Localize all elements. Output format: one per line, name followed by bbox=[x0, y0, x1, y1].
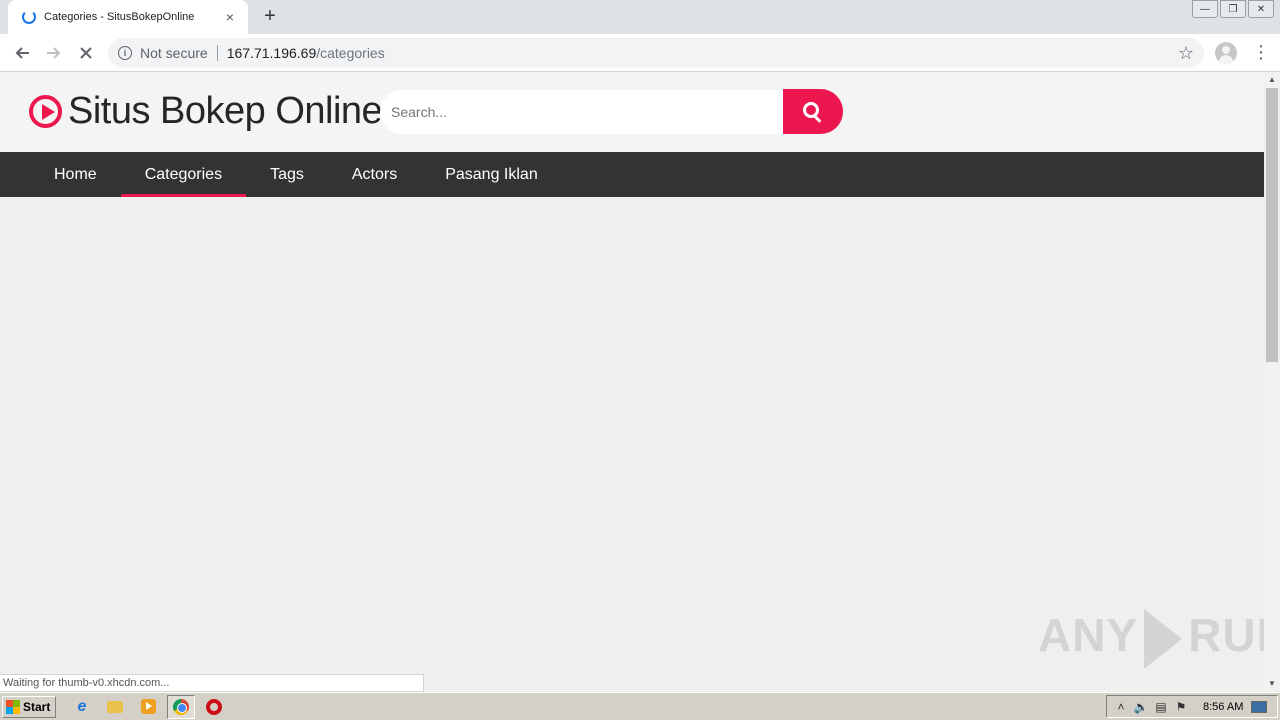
tab-close-icon[interactable]: × bbox=[222, 9, 238, 25]
volume-icon[interactable]: 🔈 bbox=[1131, 700, 1151, 714]
system-tray: ˄ 🔈 ▤ ⚑ 8:56 AM bbox=[1106, 695, 1278, 718]
address-bar[interactable]: i Not secure 167.71.196.69/categories ☆ bbox=[108, 38, 1204, 68]
loading-spinner-icon bbox=[22, 10, 36, 24]
stop-loading-button[interactable] bbox=[70, 37, 102, 69]
nav-home[interactable]: Home bbox=[30, 152, 121, 197]
windows-taskbar: Start e ˄ 🔈 ▤ ⚑ 8:56 AM bbox=[0, 692, 1280, 720]
tab-strip: Categories - SitusBokepOnline × + — ❐ ✕ bbox=[0, 0, 1280, 34]
clock[interactable]: 8:56 AM bbox=[1203, 701, 1243, 713]
media-player-icon[interactable] bbox=[134, 695, 162, 719]
play-logo-icon[interactable] bbox=[29, 95, 62, 128]
watermark-left: ANY bbox=[1038, 609, 1139, 661]
page-viewport: Situs Bokep Online Home Categories Tags … bbox=[0, 72, 1264, 692]
profile-avatar-icon[interactable] bbox=[1215, 42, 1237, 64]
new-tab-button[interactable]: + bbox=[259, 6, 281, 28]
info-icon[interactable]: i bbox=[118, 46, 132, 60]
start-button[interactable]: Start bbox=[2, 695, 56, 718]
window-controls: — ❐ ✕ bbox=[1190, 0, 1274, 18]
url-host: 167.71.196.69 bbox=[226, 45, 317, 61]
main-nav: Home Categories Tags Actors Pasang Iklan bbox=[0, 152, 1264, 197]
security-label: Not secure bbox=[140, 45, 208, 61]
search-button[interactable] bbox=[783, 89, 843, 134]
opera-icon[interactable] bbox=[200, 695, 228, 719]
search-input[interactable] bbox=[380, 90, 784, 134]
forward-arrow-icon bbox=[47, 46, 61, 59]
tab-title: Categories - SitusBokepOnline bbox=[44, 11, 195, 23]
quick-launch: e bbox=[68, 694, 233, 719]
show-desktop-icon[interactable] bbox=[1251, 700, 1268, 713]
scroll-thumb[interactable] bbox=[1266, 88, 1278, 362]
minimize-button[interactable]: — bbox=[1192, 0, 1218, 18]
back-button[interactable] bbox=[6, 37, 38, 69]
chrome-icon[interactable] bbox=[167, 694, 195, 719]
flag-icon[interactable]: ⚑ bbox=[1171, 700, 1191, 714]
scroll-up-icon[interactable]: ▲ bbox=[1264, 72, 1280, 88]
ie-icon[interactable]: e bbox=[68, 695, 96, 719]
close-button[interactable]: ✕ bbox=[1248, 0, 1274, 18]
nav-actors[interactable]: Actors bbox=[328, 152, 421, 197]
omnibox-divider bbox=[216, 45, 218, 61]
forward-button[interactable] bbox=[38, 37, 70, 69]
vertical-scrollbar[interactable]: ▲ ▼ bbox=[1264, 72, 1280, 692]
start-label: Start bbox=[23, 699, 51, 714]
nav-categories[interactable]: Categories bbox=[120, 152, 247, 197]
tray-expand-icon[interactable]: ˄ bbox=[1111, 700, 1131, 714]
restore-button[interactable]: ❐ bbox=[1220, 0, 1246, 18]
anyrun-watermark: ANY RUN bbox=[1038, 608, 1264, 669]
site-logo[interactable]: Situs Bokep Online bbox=[68, 90, 383, 133]
scroll-down-icon[interactable]: ▼ bbox=[1264, 676, 1280, 692]
folder-icon[interactable] bbox=[101, 695, 129, 719]
stop-icon bbox=[80, 46, 92, 59]
nav-tags[interactable]: Tags bbox=[246, 152, 328, 197]
status-bubble: Waiting for thumb-v0.xhcdn.com... bbox=[0, 674, 424, 692]
bookmark-star-icon[interactable]: ☆ bbox=[1178, 43, 1194, 64]
network-icon[interactable]: ▤ bbox=[1151, 700, 1171, 714]
kebab-menu-icon[interactable]: ⋮ bbox=[1252, 42, 1270, 62]
back-arrow-icon bbox=[15, 46, 29, 59]
watermark-play-icon bbox=[1144, 608, 1183, 669]
site-header: Situs Bokep Online bbox=[0, 72, 1264, 152]
nav-pasang-iklan[interactable]: Pasang Iklan bbox=[421, 152, 562, 197]
windows-logo-icon bbox=[6, 699, 20, 714]
browser-toolbar: i Not secure 167.71.196.69/categories ☆ … bbox=[0, 34, 1280, 72]
url-path: /categories bbox=[316, 45, 385, 61]
watermark-right: RUN bbox=[1188, 609, 1264, 661]
browser-tab[interactable]: Categories - SitusBokepOnline × bbox=[8, 0, 248, 34]
search-icon-handle bbox=[813, 115, 822, 123]
